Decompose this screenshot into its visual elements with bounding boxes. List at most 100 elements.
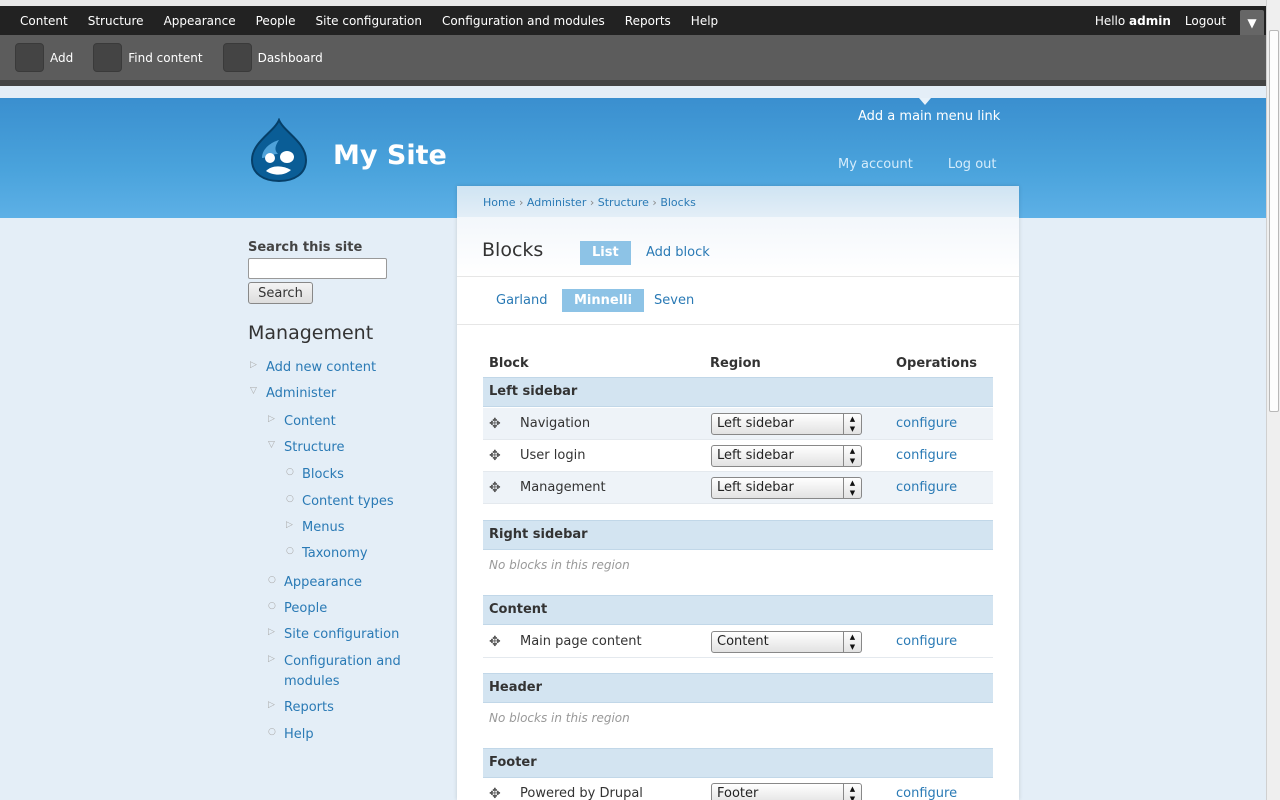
nav-item-help[interactable]: ○ Help <box>268 727 314 742</box>
shortcut-find-content[interactable]: Find content <box>93 43 203 72</box>
nav-item-blocks[interactable]: ○ Blocks <box>286 467 344 482</box>
tab-add-block[interactable]: Add block <box>634 241 722 265</box>
toolbar-item-site-configuration[interactable]: Site configuration <box>306 14 432 28</box>
configure-link[interactable]: configure <box>896 480 957 495</box>
shortcut-label: Add <box>50 50 74 65</box>
logout-link[interactable]: Logout <box>1185 14 1226 28</box>
nav-item-site-configuration[interactable]: ▷ Site configuration <box>268 627 399 642</box>
drag-handle-icon[interactable]: ✥ <box>489 634 501 650</box>
drag-handle-icon[interactable]: ✥ <box>489 416 501 432</box>
shortcut-add[interactable]: Add <box>15 43 73 72</box>
triangle-right-icon: ▷ <box>268 627 275 637</box>
tab-garland[interactable]: Garland <box>484 289 559 312</box>
nav-item-people[interactable]: ○ People <box>268 601 327 616</box>
nav-item-menus[interactable]: ▷ Menus <box>286 520 344 535</box>
region-select[interactable]: Footer ▲ ▼ <box>711 783 862 800</box>
shortcut-dashboard[interactable]: Dashboard <box>222 43 323 72</box>
region-select[interactable]: Left sidebar ▲ ▼ <box>711 477 862 499</box>
nav-link[interactable]: Appearance <box>284 575 362 590</box>
tab-seven[interactable]: Seven <box>642 289 706 312</box>
circle-icon: ○ <box>268 601 276 611</box>
nav-item-content[interactable]: ▷ Content <box>268 414 336 429</box>
nav-link[interactable]: Help <box>284 727 314 742</box>
shortcut-label: Find content <box>128 50 203 65</box>
toolbar-item-people[interactable]: People <box>246 14 306 28</box>
breadcrumb-home[interactable]: Home <box>483 196 515 209</box>
drag-handle-icon[interactable]: ✥ <box>489 480 501 496</box>
nav-item-reports[interactable]: ▷ Reports <box>268 700 334 715</box>
search-input[interactable] <box>248 258 387 279</box>
breadcrumb-blocks[interactable]: Blocks <box>660 196 695 209</box>
region-select-value: Left sidebar <box>717 480 794 495</box>
toolbar-item-reports[interactable]: Reports <box>615 14 681 28</box>
admin-toolbar: Content Structure Appearance People Site… <box>0 0 1266 98</box>
nav-link[interactable]: Content types <box>302 494 394 509</box>
nav-link[interactable]: Content <box>284 414 336 429</box>
nav-link[interactable]: Administer <box>266 386 336 401</box>
toolbar-item-content[interactable]: Content <box>10 14 78 28</box>
region-select[interactable]: Left sidebar ▲ ▼ <box>711 413 862 435</box>
drag-handle-icon[interactable]: ✥ <box>489 448 501 464</box>
breadcrumb-administer[interactable]: Administer <box>527 196 586 209</box>
circle-icon: ○ <box>286 467 294 477</box>
shortcut-label: Dashboard <box>257 50 323 65</box>
nav-item-structure[interactable]: ▽ Structure <box>268 440 344 455</box>
nav-item-administer[interactable]: ▽ Administer <box>250 386 336 401</box>
scrollbar-thumb[interactable] <box>1269 30 1279 412</box>
nav-item-taxonomy[interactable]: ○ Taxonomy <box>286 546 368 561</box>
nav-link[interactable]: Menus <box>302 520 344 535</box>
nav-link[interactable]: Site configuration <box>284 627 399 642</box>
nav-item-configuration-modules[interactable]: ▷ Configuration and <box>268 654 401 669</box>
nav-link[interactable]: Blocks <box>302 467 344 482</box>
nav-link[interactable]: modules <box>284 674 340 689</box>
vertical-scrollbar[interactable] <box>1266 0 1280 800</box>
configure-link[interactable]: configure <box>896 786 957 800</box>
breadcrumb-separator: › <box>518 196 524 209</box>
block-name: Management <box>520 480 606 495</box>
nav-link[interactable]: Configuration and <box>284 654 401 669</box>
toolbar-item-structure[interactable]: Structure <box>78 14 154 28</box>
configure-link[interactable]: configure <box>896 634 957 649</box>
region-select[interactable]: Content ▲ ▼ <box>711 631 862 653</box>
toolbar-menu: Content Structure Appearance People Site… <box>0 14 728 28</box>
nav-item-add-new-content[interactable]: ▷ Add new content <box>250 360 376 375</box>
triangle-right-icon: ▷ <box>268 700 275 710</box>
region-select-value: Left sidebar <box>717 448 794 463</box>
configure-link[interactable]: configure <box>896 416 957 431</box>
table-row: ✥ Powered by Drupal Footer ▲ ▼ configure <box>483 778 993 800</box>
breadcrumb-separator: › <box>589 196 595 209</box>
region-select[interactable]: Left sidebar ▲ ▼ <box>711 445 862 467</box>
nav-item-configuration-modules-cont[interactable]: modules <box>284 674 340 689</box>
triangle-down-icon: ▽ <box>250 386 257 396</box>
nav-item-appearance[interactable]: ○ Appearance <box>268 575 362 590</box>
circle-icon: ○ <box>268 575 276 585</box>
toolbar-item-help[interactable]: Help <box>681 14 728 28</box>
table-row: ✥ Main page content Content ▲ ▼ configure <box>483 626 993 658</box>
circle-icon: ○ <box>286 546 294 556</box>
nav-item-content-types[interactable]: ○ Content types <box>286 494 394 509</box>
site-name[interactable]: My Site <box>333 140 447 171</box>
tab-minnelli[interactable]: Minnelli <box>562 289 645 312</box>
breadcrumb-separator: › <box>652 196 657 209</box>
page-title: Blocks <box>482 239 544 261</box>
nav-link[interactable]: Taxonomy <box>302 546 368 561</box>
search-button[interactable]: Search <box>248 282 313 304</box>
nav-link[interactable]: Reports <box>284 700 334 715</box>
region-select-value: Footer <box>717 786 759 800</box>
my-account-link[interactable]: My account <box>838 157 913 172</box>
nav-link[interactable]: Structure <box>284 440 344 455</box>
nav-link[interactable]: Add new content <box>266 360 376 375</box>
breadcrumb-structure[interactable]: Structure <box>598 196 649 209</box>
log-out-link[interactable]: Log out <box>948 157 997 172</box>
chevron-down-icon[interactable]: ▼ <box>1240 10 1264 35</box>
drupal-drop-icon[interactable] <box>248 117 310 183</box>
toolbar-item-configuration-modules[interactable]: Configuration and modules <box>432 14 615 28</box>
nav-link[interactable]: People <box>284 601 327 616</box>
search-title: Search this site <box>248 240 363 255</box>
toolbar-item-appearance[interactable]: Appearance <box>154 14 246 28</box>
configure-link[interactable]: configure <box>896 448 957 463</box>
drag-handle-icon[interactable]: ✥ <box>489 786 501 800</box>
add-main-menu-link[interactable]: Add a main menu link <box>858 109 1000 124</box>
region-header-footer: Footer <box>483 748 993 778</box>
tab-list[interactable]: List <box>580 241 631 265</box>
